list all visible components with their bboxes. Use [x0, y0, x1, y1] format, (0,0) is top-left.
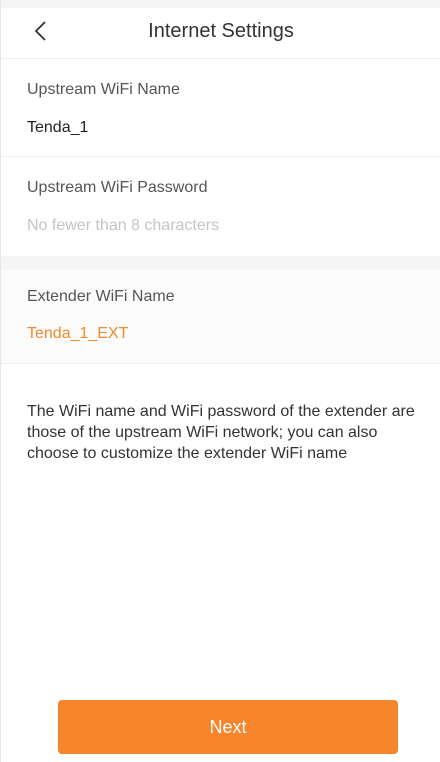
description-text: The WiFi name and WiFi password of the e… [27, 403, 415, 462]
page-title: Internet Settings [148, 20, 294, 42]
upstream-wifi-password-input[interactable] [27, 214, 417, 238]
header-bar: Internet Settings [1, 8, 440, 58]
extender-wifi-name-label: Extender WiFi Name [27, 288, 175, 305]
upstream-wifi-password-section: Upstream WiFi Password [1, 156, 440, 256]
screen: Internet Settings Upstream WiFi Name Ten… [0, 0, 440, 762]
extender-wifi-name-value[interactable]: Tenda_1_EXT [27, 325, 128, 343]
top-strip [1, 0, 440, 8]
upstream-wifi-password-label: Upstream WiFi Password [27, 179, 208, 196]
upstream-wifi-name-section: Upstream WiFi Name Tenda_1 [1, 58, 440, 156]
upstream-wifi-name-value: Tenda_1 [27, 119, 89, 136]
section-divider [1, 256, 440, 270]
upstream-wifi-name-label: Upstream WiFi Name [27, 81, 180, 98]
extender-wifi-name-section[interactable]: Extender WiFi Name Tenda_1_EXT [1, 270, 440, 364]
next-button[interactable]: Next [58, 700, 398, 754]
